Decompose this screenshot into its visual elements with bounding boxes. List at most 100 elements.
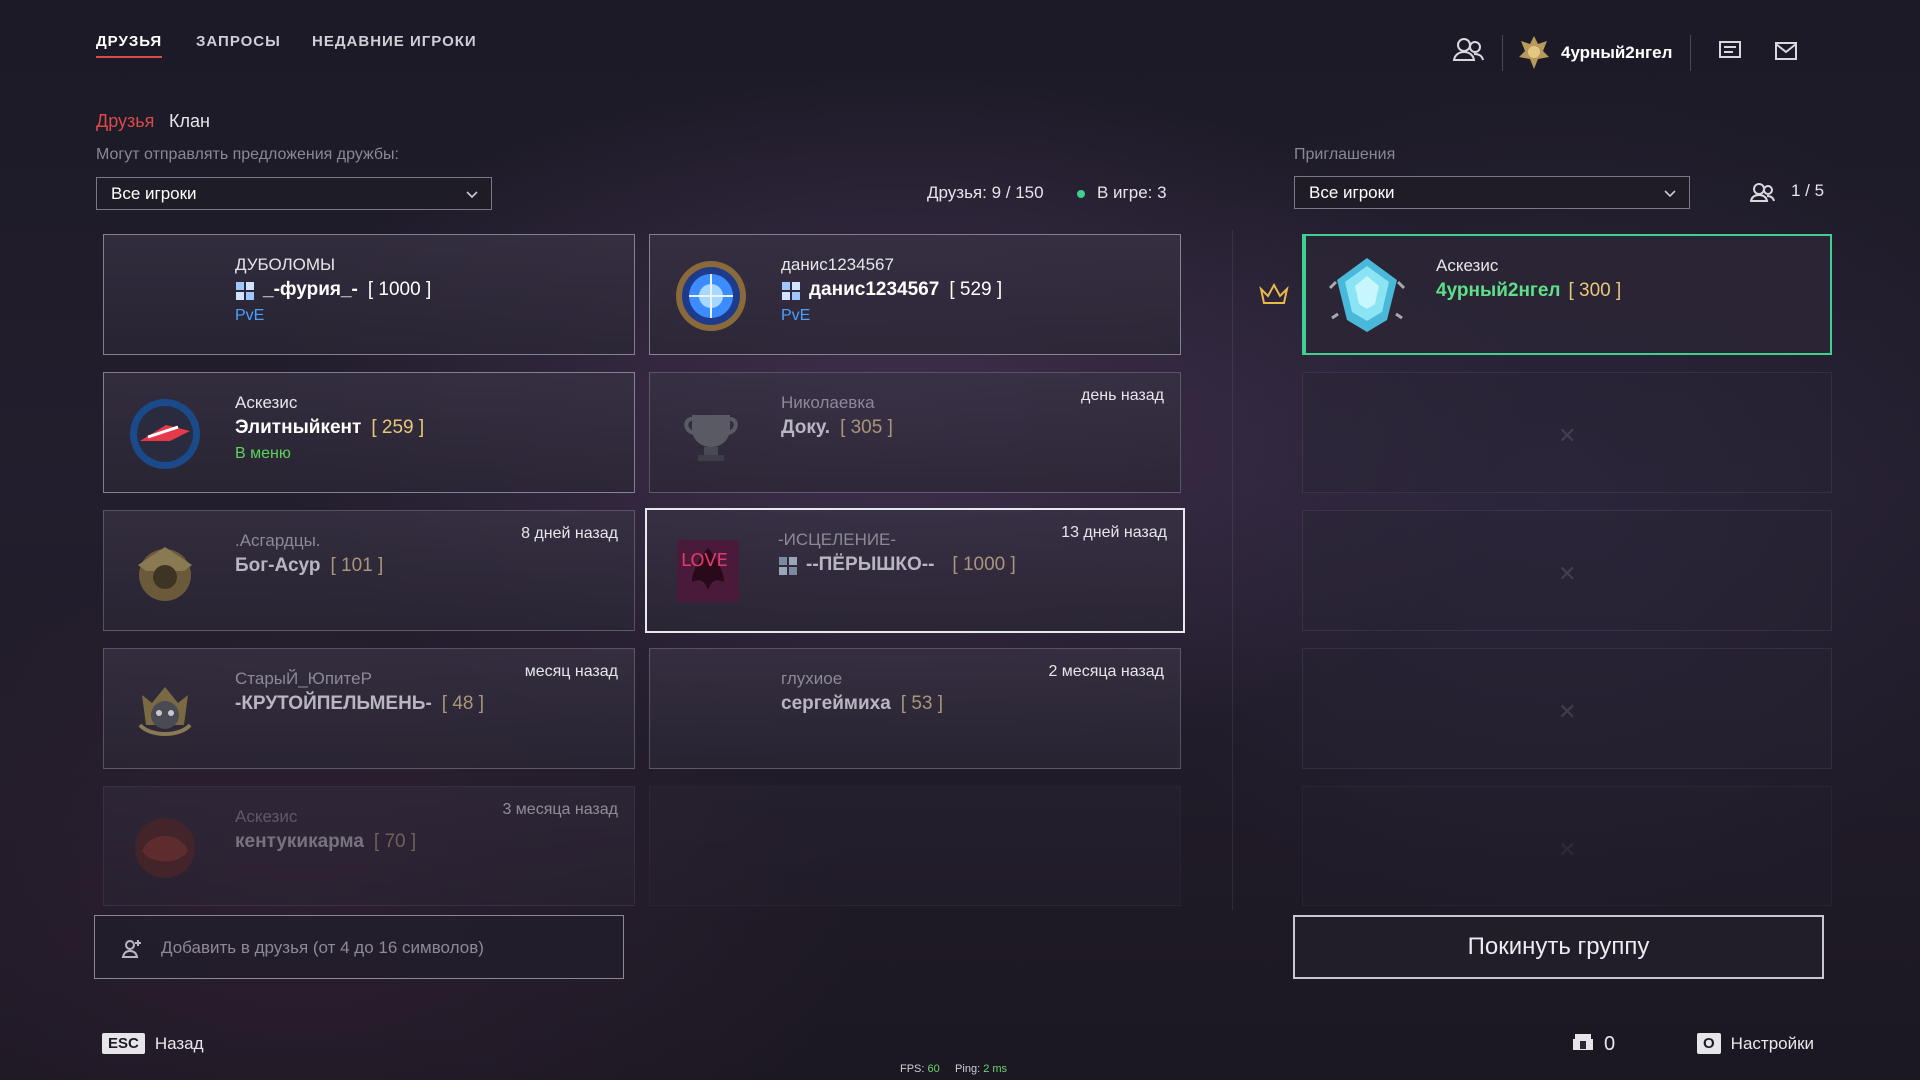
leave-group-button[interactable]: Покинуть группу — [1293, 915, 1824, 979]
friend-name: Бог-Асур — [235, 555, 321, 576]
group-members-icon — [1749, 182, 1776, 207]
avatar — [1328, 254, 1406, 336]
chevron-down-icon — [465, 186, 479, 200]
friend-rank: [ 101 ] — [330, 555, 384, 576]
add-friend-placeholder: Добавить в друзья (от 4 до 16 символов) — [161, 938, 484, 957]
friend-rank: [ 48 ] — [441, 693, 485, 714]
platform-icon — [781, 281, 800, 300]
friend-name-row: Доку. [ 305 ] — [781, 417, 893, 439]
ping-label: Ping: — [955, 1063, 981, 1075]
friend-rank: [ 70 ] — [373, 831, 417, 852]
friends-icon[interactable] — [1452, 36, 1492, 70]
friend-rank: [ 1000 ] — [367, 279, 432, 300]
friend-card[interactable]: 2 месяца назад глухиое сергеймиха [ 53 ] — [649, 648, 1181, 769]
group-count: 1 / 5 — [1791, 181, 1825, 200]
friend-name-row: --ПЁРЫШКО-- [ 1000 ] — [778, 554, 1016, 576]
empty-group-slot[interactable]: ✕ — [1302, 372, 1832, 493]
friend-name: _-фурия_- — [263, 279, 358, 300]
friend-clan: Аскезис — [235, 807, 298, 826]
tab-friends[interactable]: ДРУЗЬЯ — [96, 33, 163, 58]
settings-control[interactable]: O Настройки — [1697, 1033, 1814, 1054]
username[interactable]: 4урный2нгел — [1561, 43, 1672, 63]
friend-clan: глухиое — [781, 669, 843, 688]
friend-card-selected[interactable]: LOVE 13 дней назад -ИСЦЕЛЕНИЕ- --ПЁРЫШКО… — [645, 508, 1185, 633]
avatar — [128, 397, 202, 471]
add-user-icon — [121, 938, 143, 963]
last-seen: 13 дней назад — [1061, 524, 1167, 541]
friend-clan: .Асгардцы. — [235, 531, 321, 550]
platform-icon — [778, 556, 797, 575]
empty-slot-icon: ✕ — [1558, 423, 1577, 448]
mail-icon[interactable] — [1775, 41, 1799, 65]
friend-rank: [ 305 ] — [840, 417, 893, 438]
friend-card[interactable]: 8 дней назад .Асгардцы. Бог-Асур [ 101 ] — [103, 510, 635, 631]
friend-clan: СтарыЙ_ЮпитеР — [235, 669, 372, 688]
invites-label: Приглашения — [1294, 146, 1396, 163]
avatar — [674, 259, 748, 333]
ping-unit: ms — [992, 1063, 1008, 1075]
settings-label: Настройки — [1730, 1033, 1815, 1053]
friend-card[interactable]: день назад Николаевка Доку. [ 305 ] — [649, 372, 1181, 493]
friend-clan: ДУБОЛОМЫ — [235, 255, 336, 274]
friend-name-row: Бог-Асур [ 101 ] — [235, 555, 383, 577]
friend-name-row: -КРУТОЙПЕЛЬМЕНЬ- [ 48 ] — [235, 693, 484, 715]
avatar: LOVE — [671, 534, 745, 608]
svg-text:LOVE: LOVE — [681, 550, 728, 571]
friend-clan: Аскезис — [235, 393, 298, 412]
perf-readout: FPS: 60 Ping: 2 ms — [900, 1063, 1007, 1075]
friend-name-row: Элитныйкент [ 259 ] — [235, 417, 424, 439]
divider — [1690, 35, 1692, 71]
friend-status: В меню — [235, 445, 291, 462]
friend-status: PvE — [235, 307, 265, 324]
empty-slot-icon: ✕ — [1558, 561, 1577, 586]
empty-group-slot[interactable]: ✕ — [1302, 648, 1832, 769]
crown-icon — [1259, 282, 1289, 310]
empty-slot-icon: ✕ — [1558, 837, 1577, 862]
last-seen: день назад — [1081, 387, 1164, 404]
friend-rank: [ 529 ] — [949, 279, 1003, 300]
panel-divider — [1232, 230, 1233, 910]
empty-slot-icon: ✕ — [1558, 699, 1577, 724]
currency-value: 0 — [1604, 1033, 1616, 1055]
leader-clan: Аскезис — [1436, 256, 1499, 275]
invites-value: Все игроки — [1309, 183, 1395, 202]
tab-requests[interactable]: ЗАПРОСЫ — [196, 33, 281, 50]
friend-name: сергеймиха — [781, 693, 891, 714]
friend-offers-select[interactable]: Все игроки — [96, 177, 492, 210]
back-control[interactable]: ESC Назад — [102, 1033, 204, 1054]
ping-value: 2 — [983, 1063, 990, 1075]
rank-emblem-icon — [1517, 34, 1551, 72]
empty-group-slot[interactable]: ✕ — [1302, 786, 1832, 906]
friends-count: Друзья: 9 / 150 — [927, 183, 1044, 202]
back-label: Назад — [154, 1033, 204, 1053]
leader-rank: [ 300 ] — [1568, 280, 1622, 301]
platform-icon — [235, 281, 254, 300]
friend-name: кентукикарма — [235, 831, 364, 852]
tab-recent-players[interactable]: НЕДАВНИЕ ИГРОКИ — [312, 33, 477, 50]
avatar — [674, 397, 748, 471]
last-seen: 3 месяца назад — [502, 801, 618, 818]
friend-card[interactable]: данис1234567 данис1234567 [ 529 ] PvE — [649, 234, 1181, 355]
group-leader-card[interactable]: Аскезис 4урный2нгел [ 300 ] — [1302, 234, 1832, 355]
top-right-bar: 4урный2нгел — [1452, 34, 1799, 72]
divider — [1502, 35, 1503, 71]
friend-name-row: кентукикарма [ 70 ] — [235, 831, 416, 853]
invites-select[interactable]: Все игроки — [1294, 176, 1690, 209]
avatar — [128, 811, 202, 885]
settings-key: O — [1697, 1033, 1721, 1054]
friend-card[interactable]: месяц назад СтарыЙ_ЮпитеР -КРУТОЙПЕЛЬМЕН… — [103, 648, 635, 769]
friend-name-row: данис1234567 [ 529 ] — [781, 279, 1002, 301]
currency-icon — [1572, 1033, 1594, 1056]
chat-icon[interactable] — [1719, 40, 1743, 66]
friend-card[interactable]: Аскезис Элитныйкент [ 259 ] В меню — [103, 372, 635, 493]
friend-card[interactable]: ДУБОЛОМЫ _-фурия_- [ 1000 ] PvE — [103, 234, 635, 355]
add-friend-input[interactable]: Добавить в друзья (от 4 до 16 символов) — [94, 915, 624, 979]
subtab-friends[interactable]: Друзья — [96, 111, 154, 132]
empty-group-slot[interactable]: ✕ — [1302, 510, 1832, 631]
friend-name: -КРУТОЙПЕЛЬМЕНЬ- — [235, 693, 432, 714]
friend-offers-label: Могут отправлять предложения дружбы: — [96, 146, 399, 163]
subtab-clan[interactable]: Клан — [169, 111, 210, 132]
friend-rank: [ 53 ] — [900, 693, 944, 714]
leader-name-row: 4урный2нгел [ 300 ] — [1436, 280, 1621, 302]
friend-card[interactable]: 3 месяца назад Аскезис кентукикарма [ 70… — [103, 786, 635, 906]
